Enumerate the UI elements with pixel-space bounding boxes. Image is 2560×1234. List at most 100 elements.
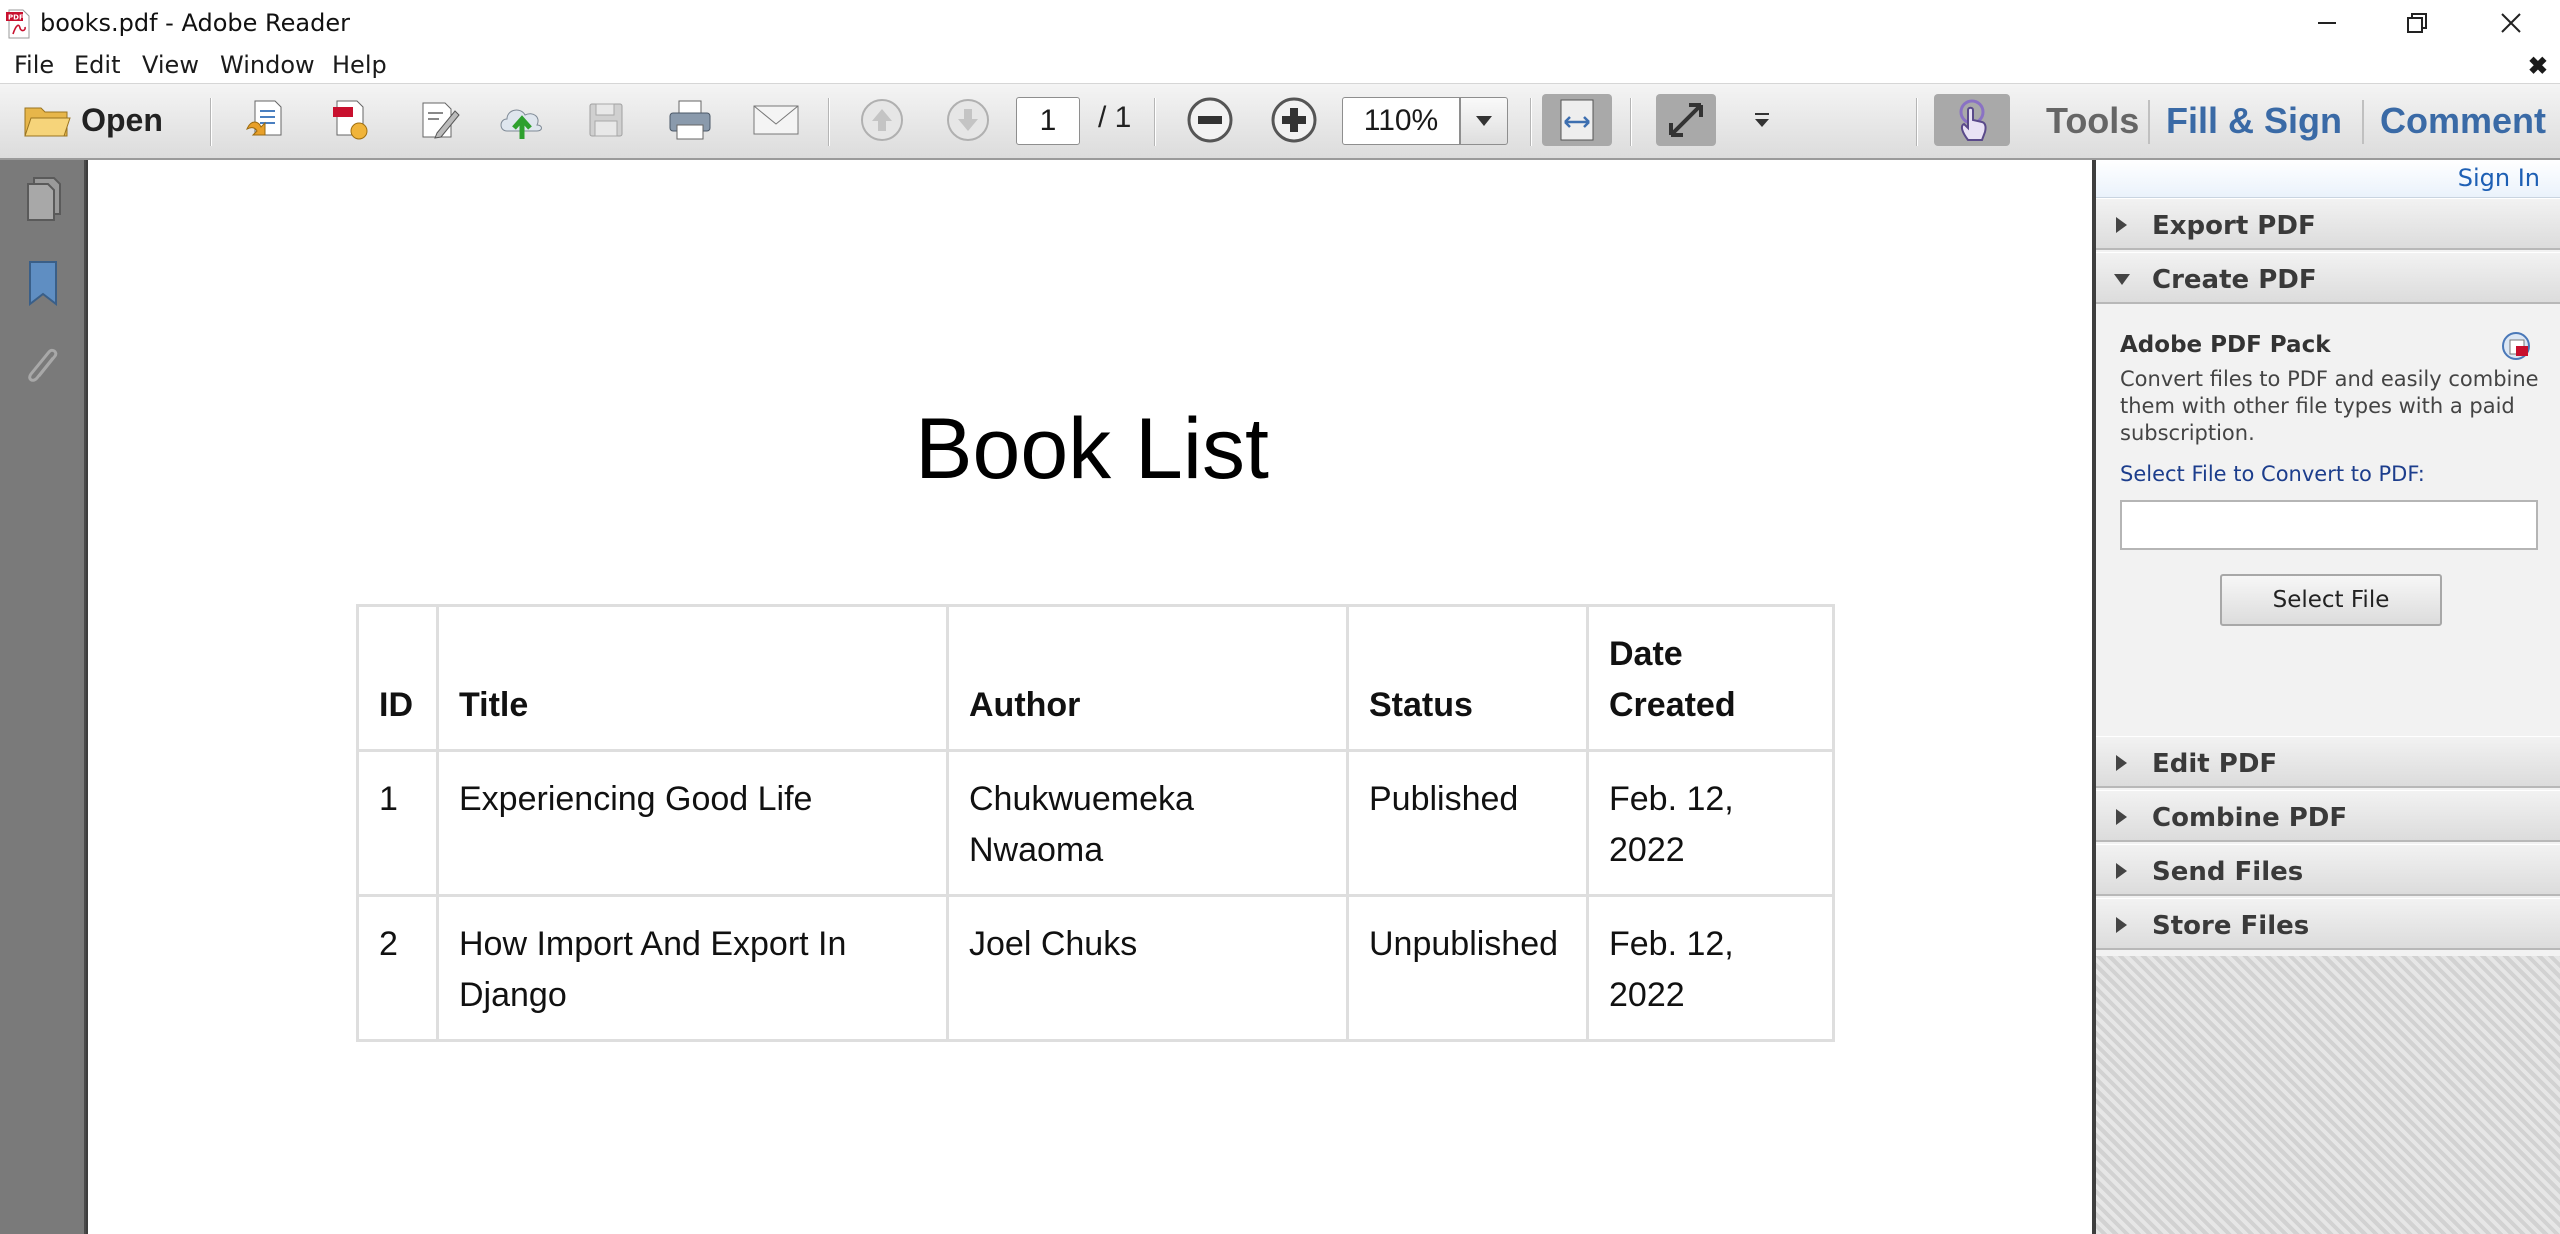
paperclip-icon — [28, 348, 58, 382]
open-button[interactable]: Open — [18, 94, 168, 146]
menu-help[interactable]: Help — [332, 51, 387, 79]
form-edit-icon — [422, 102, 460, 139]
sign-in-link[interactable]: Sign In — [2458, 164, 2540, 192]
restore-button[interactable] — [2372, 0, 2462, 46]
close-document-button[interactable]: ✖ — [2528, 52, 2548, 81]
zoom-out-button[interactable] — [1184, 94, 1236, 146]
title-bar: PDF books.pdf - Adobe Reader — [0, 0, 2560, 46]
select-file-label: Select File to Convert to PDF: — [2120, 462, 2425, 486]
arrow-down-icon — [947, 99, 989, 141]
printer-icon — [669, 100, 711, 140]
cell-author: Chukwuemeka Nwaoma — [946, 749, 1349, 897]
sign-in-bar: Sign In — [2096, 160, 2560, 198]
section-edit-pdf[interactable]: Edit PDF — [2096, 736, 2560, 788]
menu-edit[interactable]: Edit — [74, 51, 120, 79]
file-path-input[interactable] — [2120, 500, 2538, 550]
next-page-button[interactable] — [942, 94, 994, 146]
cell-status: Unpublished — [1346, 894, 1589, 1042]
page-total: / 1 — [1098, 101, 1132, 134]
bookmark-icon — [29, 261, 57, 306]
section-store-files[interactable]: Store Files — [2096, 898, 2560, 950]
create-pdf-button[interactable] — [238, 94, 294, 146]
fill-sign-tab[interactable]: Fill & Sign — [2166, 98, 2342, 144]
upload-cloud-button[interactable] — [494, 94, 550, 146]
section-label: Combine PDF — [2152, 803, 2348, 833]
menu-window[interactable]: Window — [220, 51, 315, 79]
cell-id: 1 — [356, 749, 439, 897]
document-heading: Book List — [915, 401, 1269, 497]
books-table: ID Title Author Status Date Created 1 Ex… — [356, 604, 1835, 1042]
expand-triangle-icon — [2116, 809, 2127, 825]
full-screen-button[interactable] — [1656, 94, 1716, 146]
select-file-button[interactable]: Select File — [2220, 574, 2442, 626]
comment-tab[interactable]: Comment — [2380, 98, 2546, 144]
email-button[interactable] — [748, 94, 804, 146]
expand-triangle-icon — [2116, 217, 2127, 233]
section-label: Edit PDF — [2152, 749, 2278, 779]
column-header-date-created: Date Created — [1586, 604, 1835, 752]
menu-view[interactable]: View — [142, 51, 199, 79]
convert-pdf-button[interactable] — [322, 94, 378, 146]
menu-file[interactable]: File — [14, 51, 54, 79]
minimize-button[interactable] — [2282, 0, 2372, 46]
tools-pane: Sign In Export PDF Create PDF Adobe PDF … — [2096, 160, 2560, 1234]
section-label: Create PDF — [2152, 265, 2317, 295]
section-combine-pdf[interactable]: Combine PDF — [2096, 790, 2560, 842]
envelope-icon — [753, 105, 799, 135]
save-button[interactable] — [578, 94, 634, 146]
cell-author: Joel Chuks — [946, 894, 1349, 1042]
cell-status: Published — [1346, 749, 1589, 897]
collapse-triangle-icon — [2114, 274, 2130, 285]
folder-icon — [24, 107, 71, 137]
section-export-pdf[interactable]: Export PDF — [2096, 198, 2560, 250]
close-icon — [2501, 13, 2521, 33]
adobe-pdf-icon: PDF — [6, 9, 30, 39]
tools-tab[interactable]: Tools — [2046, 98, 2139, 144]
cell-id: 2 — [356, 894, 439, 1042]
table-row: 2 How Import And Export In Django Joel C… — [356, 894, 1835, 1042]
edit-form-button[interactable] — [410, 94, 466, 146]
column-header-title: Title — [436, 604, 949, 752]
save-icon — [589, 103, 623, 137]
restore-icon — [2407, 13, 2427, 33]
expand-triangle-icon — [2116, 755, 2127, 771]
zoom-in-button[interactable] — [1268, 94, 1320, 146]
toolbar-options-icon — [1755, 113, 1769, 127]
minimize-icon — [2318, 22, 2336, 24]
svg-text:PDF: PDF — [8, 14, 24, 22]
bookmarks-button[interactable] — [20, 258, 66, 308]
close-window-button[interactable] — [2466, 0, 2556, 46]
previous-page-button[interactable] — [856, 94, 908, 146]
fit-width-button[interactable] — [1542, 94, 1612, 146]
attachments-button[interactable] — [20, 342, 66, 392]
plus-circle-icon — [1271, 97, 1317, 143]
page-number-input[interactable]: 1 — [1016, 97, 1080, 145]
cell-title: Experiencing Good Life — [436, 749, 949, 897]
section-label: Send Files — [2152, 857, 2304, 887]
pdf-pack-description: Convert files to PDF and easily combine … — [2120, 367, 2539, 445]
cell-date-created: Feb. 12, 2022 — [1586, 894, 1835, 1042]
empty-pane-area — [2096, 956, 2560, 1234]
toolbar-more-button[interactable] — [1744, 94, 1780, 146]
cloud-upload-icon — [500, 109, 542, 139]
chevron-down-icon — [1476, 116, 1492, 126]
expand-icon — [1669, 103, 1703, 137]
minus-circle-icon — [1187, 97, 1233, 143]
pdf-pack-title: Adobe PDF Pack — [2120, 332, 2331, 358]
print-button[interactable] — [662, 94, 718, 146]
section-send-files[interactable]: Send Files — [2096, 844, 2560, 896]
expand-triangle-icon — [2116, 917, 2127, 933]
create-pdf-panel: Adobe PDF Pack Convert files to PDF and … — [2096, 312, 2560, 736]
hand-icon — [1959, 99, 1987, 141]
column-header-id: ID — [356, 604, 439, 752]
arrow-up-icon — [861, 99, 903, 141]
zoom-level-input[interactable]: 110% — [1342, 97, 1460, 145]
toolbar: Open 1 / 1 110% Tools Fill & Sign Commen… — [0, 84, 2560, 160]
touch-mode-button[interactable] — [1934, 94, 2010, 146]
page-thumbnails-button[interactable] — [20, 174, 66, 224]
fit-width-icon — [1560, 99, 1594, 141]
section-create-pdf[interactable]: Create PDF — [2096, 252, 2560, 304]
column-header-status: Status — [1346, 604, 1589, 752]
zoom-dropdown-button[interactable] — [1460, 97, 1508, 145]
document-page: Book List ID Title Author Status Date Cr… — [86, 160, 2096, 1234]
